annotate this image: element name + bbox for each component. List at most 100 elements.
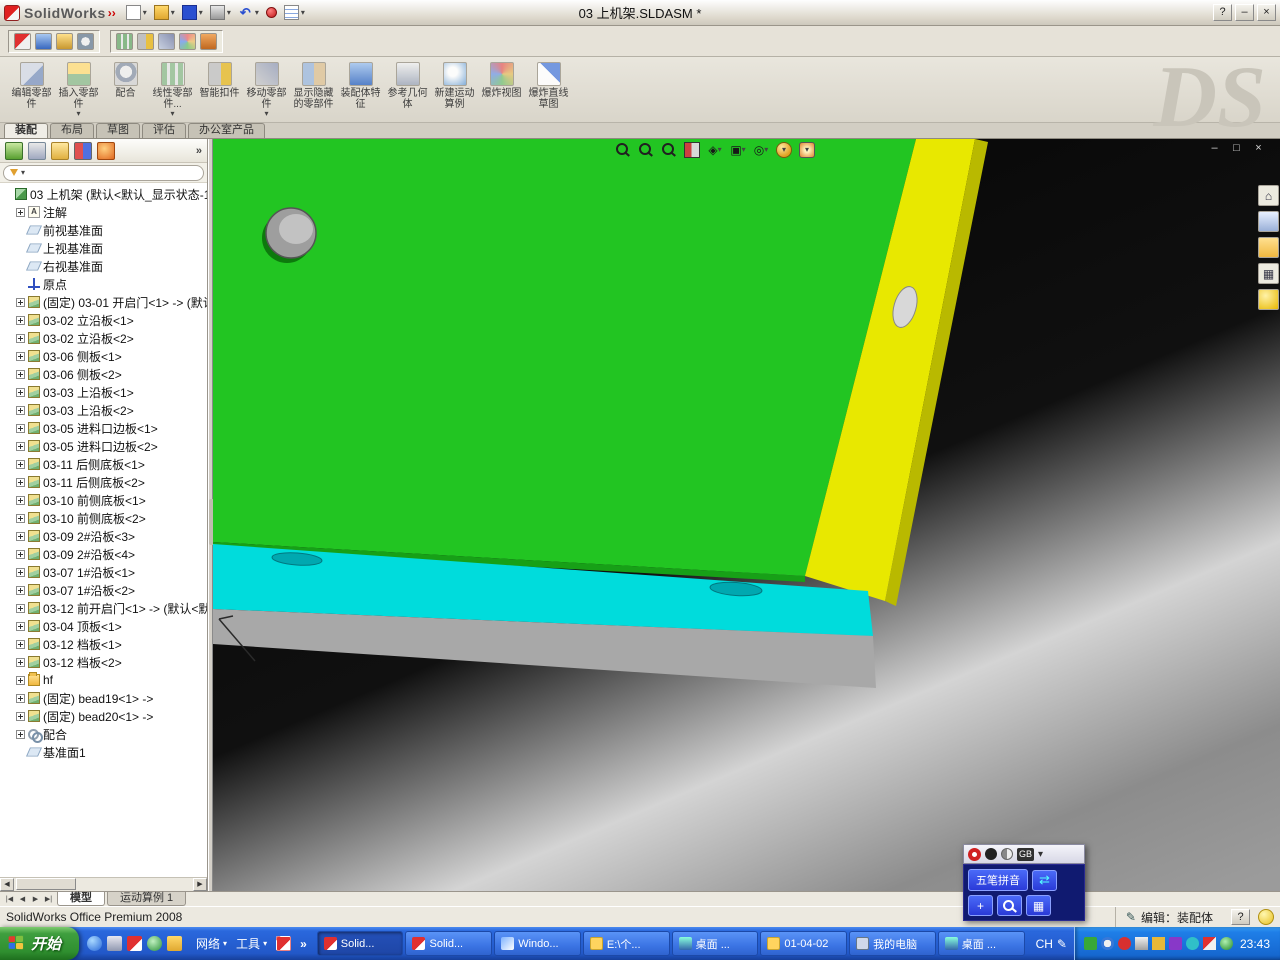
quick-launch-icon[interactable] xyxy=(87,936,103,951)
view-settings-icon[interactable] xyxy=(799,142,815,158)
tree-item[interactable]: 03-02 立沿板<1> xyxy=(0,311,207,329)
edit-appearance-icon[interactable] xyxy=(776,142,792,158)
tree-item[interactable]: 03-12 档板<2> xyxy=(0,653,207,671)
toolbar-overflow-button[interactable]: » xyxy=(300,937,307,951)
expander-icon[interactable] xyxy=(16,441,25,451)
tree-item[interactable]: 03-04 顶板<1> xyxy=(0,617,207,635)
tree-item[interactable]: 03-05 进料口边板<2> xyxy=(0,437,207,455)
expander-icon[interactable] xyxy=(16,603,25,613)
tray-icon[interactable] xyxy=(1134,937,1148,950)
ime-caret-icon[interactable]: ▾ xyxy=(1038,849,1043,860)
close-button[interactable]: × xyxy=(1257,4,1276,21)
taskbar-window-button[interactable]: 01-04-02 xyxy=(760,931,848,956)
hide-show-items-icon[interactable]: ◎ xyxy=(753,142,769,158)
smart-fasteners-icon[interactable] xyxy=(137,32,154,50)
save-icon[interactable] xyxy=(181,5,203,20)
open-icon[interactable] xyxy=(153,5,175,20)
expander-icon[interactable] xyxy=(16,513,25,523)
tree-item[interactable]: 03-11 后侧底板<1> xyxy=(0,455,207,473)
model-tab[interactable]: 模型 xyxy=(57,892,105,906)
expander-icon[interactable] xyxy=(16,549,25,559)
tree-item[interactable]: 03-06 侧板<2> xyxy=(0,365,207,383)
taskbar-window-button[interactable]: E:\个... xyxy=(582,931,670,956)
graphics-viewport[interactable]: ◈ ▣ ◎ –□× ⌂▦ xyxy=(213,139,1280,891)
edit-component-icon[interactable] xyxy=(35,32,52,50)
solidworks-resources-icon[interactable]: ⌂ xyxy=(1258,185,1279,206)
tray-icon[interactable] xyxy=(1185,937,1199,950)
dropdown-caret-icon[interactable] xyxy=(223,940,227,948)
expander-icon[interactable] xyxy=(16,405,25,415)
taskbar-window-button[interactable]: 我的电脑 xyxy=(849,931,936,956)
tree-item[interactable]: 03 上机架 (默认<默认_显示状态-1 xyxy=(0,185,207,203)
options-icon[interactable] xyxy=(283,5,305,20)
expander-icon[interactable] xyxy=(16,369,25,379)
dimxpert-icon[interactable] xyxy=(74,141,92,160)
select-icon[interactable] xyxy=(14,32,31,50)
tray-icon[interactable] xyxy=(1219,937,1233,950)
ime-input-method-button[interactable]: 五笔拼音 xyxy=(968,869,1028,891)
taskbar-window-button[interactable]: Solid... xyxy=(405,931,493,956)
taskbar-window-button[interactable]: 桌面 ... xyxy=(937,931,1025,956)
new-document-icon[interactable] xyxy=(125,5,147,20)
ime-halfwidth-icon[interactable] xyxy=(1001,848,1013,860)
tab-nav-button[interactable]: ▶| xyxy=(42,893,55,906)
expander-icon[interactable] xyxy=(16,387,25,397)
tree-item[interactable]: 03-10 前侧底板<2> xyxy=(0,509,207,527)
scrollbar-track[interactable] xyxy=(14,878,193,891)
tree-item[interactable]: 03-05 进料口边板<1> xyxy=(0,419,207,437)
quick-launch-icon[interactable] xyxy=(147,936,163,951)
command-button[interactable]: 装配体特征 xyxy=(337,60,384,122)
command-manager-tab[interactable]: 评估 xyxy=(142,123,186,138)
scroll-right-button[interactable]: ▶ xyxy=(193,878,207,891)
dropdown-caret-icon[interactable] xyxy=(199,9,203,17)
exploded-view-icon[interactable] xyxy=(179,32,196,50)
expander-icon[interactable] xyxy=(16,351,25,361)
help-button[interactable]: ? xyxy=(1213,4,1232,21)
expander-icon[interactable] xyxy=(16,333,25,343)
command-button[interactable]: 智能扣件 xyxy=(196,60,243,122)
model-tab[interactable]: 运动算例 1 xyxy=(107,892,187,906)
status-help-button[interactable]: ? xyxy=(1231,909,1250,925)
expander-icon[interactable] xyxy=(16,297,25,307)
tree-item[interactable]: 基准面1 xyxy=(0,743,207,761)
appearances-icon[interactable] xyxy=(1258,289,1279,310)
expander-icon[interactable] xyxy=(16,657,25,667)
command-button[interactable]: 移动零部件 xyxy=(243,60,290,122)
mate-icon[interactable] xyxy=(77,32,94,50)
command-manager-tab[interactable]: 布局 xyxy=(50,123,94,138)
dropdown-caret-icon[interactable] xyxy=(782,146,786,154)
undo-icon[interactable] xyxy=(238,5,259,20)
tree-item[interactable]: 前视基准面 xyxy=(0,221,207,239)
command-button[interactable]: 爆炸视图 xyxy=(478,60,525,122)
expander-icon[interactable] xyxy=(16,639,25,649)
tab-nav-button[interactable]: ◀ xyxy=(16,893,29,906)
tree-item[interactable]: 03-03 上沿板<1> xyxy=(0,383,207,401)
expander-icon[interactable] xyxy=(16,459,25,469)
design-library-icon[interactable] xyxy=(1258,211,1279,232)
tree-item[interactable]: 03-06 侧板<1> xyxy=(0,347,207,365)
tree-item[interactable]: 03-07 1#沿板<1> xyxy=(0,563,207,581)
taskbar-window-button[interactable]: Windo... xyxy=(494,931,581,956)
tree-item[interactable]: 注解 xyxy=(0,203,207,221)
tree-item[interactable]: 03-11 后侧底板<2> xyxy=(0,473,207,491)
panel-more-button[interactable]: » xyxy=(196,145,202,157)
dropdown-caret-icon[interactable] xyxy=(742,146,746,154)
taskbar-window-button[interactable]: 桌面 ... xyxy=(671,931,759,956)
tree-item[interactable]: 03-09 2#沿板<4> xyxy=(0,545,207,563)
view-orientation-icon[interactable]: ◈ xyxy=(707,142,723,158)
expander-icon[interactable] xyxy=(16,693,25,703)
command-button[interactable]: 爆炸直线草图 xyxy=(525,60,572,122)
feature-tree-icon[interactable] xyxy=(5,141,23,160)
command-manager-tab[interactable]: 草图 xyxy=(96,123,140,138)
tip-of-day-icon[interactable] xyxy=(1258,909,1274,925)
expander-icon[interactable] xyxy=(16,621,25,631)
tree-item[interactable]: (固定) 03-01 开启门<1> -> (默认 xyxy=(0,293,207,311)
zoom-area-icon[interactable] xyxy=(638,142,654,158)
dropdown-caret-icon[interactable] xyxy=(255,9,259,17)
expander-icon[interactable] xyxy=(16,531,25,541)
tree-item[interactable]: 03-09 2#沿板<3> xyxy=(0,527,207,545)
ime-search-icon[interactable] xyxy=(997,895,1022,916)
dropdown-caret-icon[interactable] xyxy=(263,940,267,948)
ime-add-icon[interactable]: + xyxy=(968,895,993,916)
display-manager-icon[interactable] xyxy=(97,141,115,160)
